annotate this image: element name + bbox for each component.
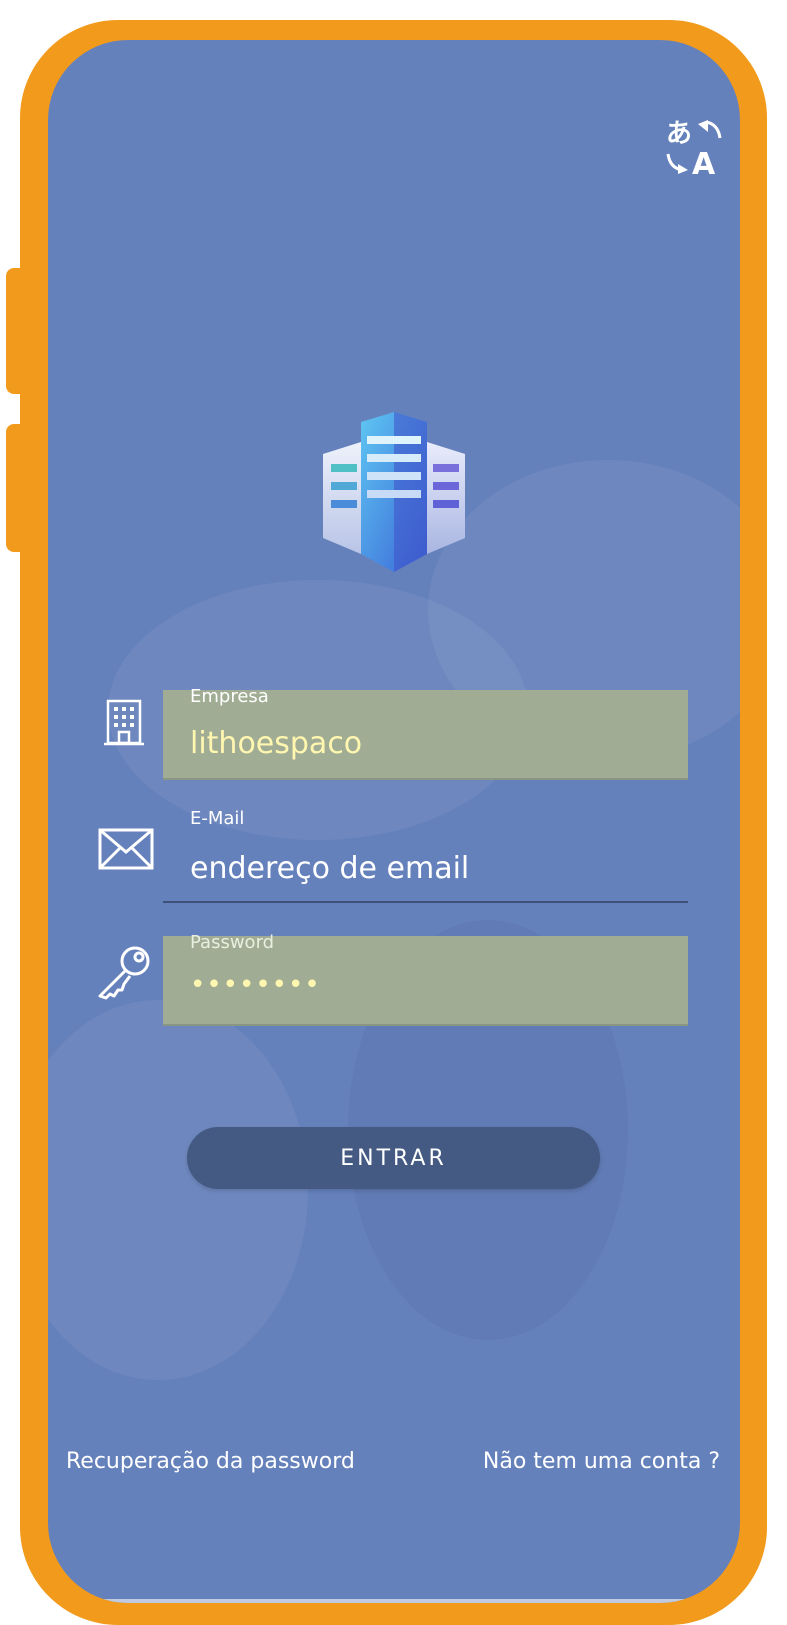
email-underline: [163, 901, 688, 903]
svg-text:あ: あ: [666, 119, 692, 149]
company-field[interactable]: Empresa lithoespaco: [163, 670, 688, 782]
password-field[interactable]: Password ••••••••: [163, 918, 688, 1030]
signup-link[interactable]: Não tem uma conta ?: [483, 1449, 720, 1474]
password-label: Password: [190, 932, 275, 953]
screen-bottom-edge: [48, 1599, 740, 1603]
translate-icon[interactable]: あ A: [664, 114, 724, 178]
building-logo: [323, 412, 465, 572]
svg-text:A: A: [692, 147, 716, 178]
background-photo: [48, 1000, 308, 1380]
email-input[interactable]: endereço de email: [190, 851, 469, 886]
company-underline: [163, 778, 688, 780]
login-screen: あ A Empresa lithoespaco E-Mail endereço …: [48, 40, 740, 1603]
email-field[interactable]: E-Mail endereço de email: [163, 795, 688, 907]
key-icon: [98, 946, 150, 1000]
building-icon: [104, 699, 144, 746]
company-input[interactable]: lithoespaco: [190, 726, 362, 761]
login-button[interactable]: ENTRAR: [187, 1127, 600, 1189]
password-underline: [163, 1024, 688, 1026]
email-label: E-Mail: [190, 808, 245, 829]
recover-password-link[interactable]: Recuperação da password: [66, 1449, 355, 1474]
password-input[interactable]: ••••••••: [190, 970, 321, 1000]
company-label: Empresa: [190, 686, 269, 707]
envelope-icon: [98, 828, 154, 870]
